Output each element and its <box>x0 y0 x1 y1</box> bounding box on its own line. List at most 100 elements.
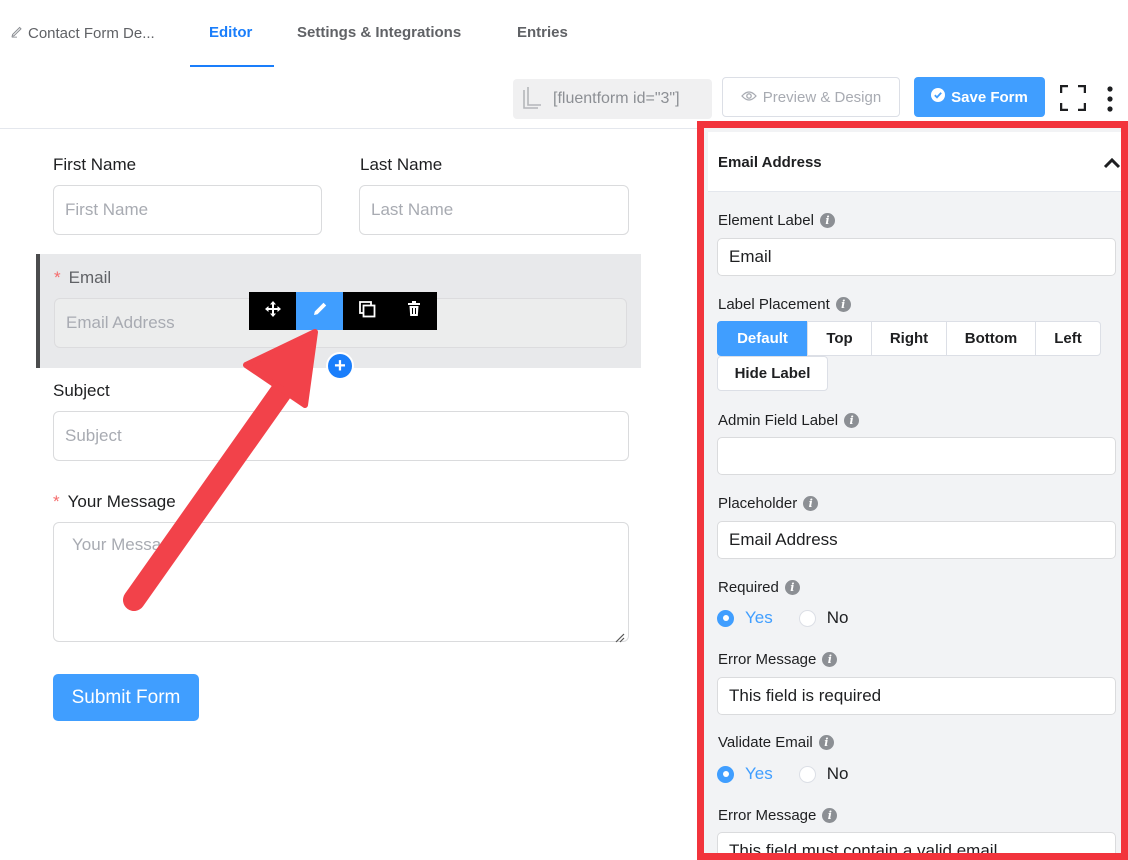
last-name-placeholder: Last Name <box>371 200 454 219</box>
info-icon[interactable]: i <box>844 413 860 428</box>
eye-icon <box>740 89 757 106</box>
last-name-input[interactable]: Last Name <box>359 185 629 235</box>
validate-error-input[interactable]: This field must contain a valid email <box>717 832 1116 860</box>
message-label: * Your Message <box>53 492 176 512</box>
active-tab-indicator <box>190 65 274 67</box>
radio-dot <box>717 765 734 783</box>
required-no-radio[interactable]: No <box>798 608 849 628</box>
validate-error-label-text: Error Message <box>718 807 817 824</box>
placeholder-input[interactable]: Email Address <box>717 521 1116 559</box>
trash-icon <box>405 300 423 323</box>
delete-button[interactable] <box>390 292 437 330</box>
label-placement-options: Default Top Right Bottom Left <box>717 321 1101 356</box>
tab-settings-integrations[interactable]: Settings & Integrations <box>297 24 461 41</box>
more-vertical-icon[interactable] <box>1104 86 1116 112</box>
validate-yes-radio[interactable]: Yes <box>717 764 773 784</box>
info-icon[interactable]: i <box>835 297 851 312</box>
label-placement-options-row2: Hide Label <box>717 356 828 391</box>
save-form-button[interactable]: Save Form <box>914 77 1045 117</box>
required-yes-radio[interactable]: Yes <box>717 608 773 628</box>
label-placement-text: Label Placement <box>718 296 830 313</box>
placement-left-button[interactable]: Left <box>1035 321 1101 356</box>
radio-dot <box>798 765 816 783</box>
required-error-label: Error Message i <box>718 651 838 668</box>
form-title[interactable]: Contact Form De... <box>10 24 155 42</box>
placement-bottom-button[interactable]: Bottom <box>946 321 1036 356</box>
field-settings-panel: Email Address Element Label i Email Label… <box>697 121 1128 860</box>
validate-email-label-text: Validate Email <box>718 734 813 751</box>
save-form-label: Save Form <box>951 88 1028 106</box>
preview-design-button[interactable]: Preview & Design <box>722 77 900 117</box>
label-placement-label: Label Placement i <box>718 296 851 313</box>
required-error-value: This field is required <box>729 686 882 705</box>
admin-field-label-label: Admin Field Label i <box>718 412 860 429</box>
info-icon[interactable]: i <box>784 580 800 595</box>
radio-dot <box>717 609 734 627</box>
info-icon[interactable]: i <box>818 735 834 750</box>
message-textarea[interactable]: Your Message <box>53 522 629 643</box>
subject-placeholder: Subject <box>65 426 122 445</box>
preview-design-label: Preview & Design <box>762 88 882 106</box>
shortcode-text: [fluentform id="3"] <box>553 90 680 107</box>
move-button[interactable] <box>249 292 296 330</box>
required-asterisk: * <box>54 268 61 287</box>
validate-no-label: No <box>826 764 849 783</box>
message-placeholder: Your Message <box>72 535 181 554</box>
element-label-label: Element Label i <box>718 212 835 229</box>
check-circle-icon <box>931 88 946 106</box>
element-label-value: Email <box>729 247 772 266</box>
required-label-text: Required <box>718 579 779 596</box>
first-name-placeholder: First Name <box>65 200 149 219</box>
validate-no-radio[interactable]: No <box>798 764 849 784</box>
validate-email-label: Validate Email i <box>718 734 834 751</box>
info-icon[interactable]: i <box>819 213 835 228</box>
placeholder-value: Email Address <box>729 530 838 549</box>
duplicate-button[interactable] <box>343 292 390 330</box>
tab-entries[interactable]: Entries <box>517 24 568 41</box>
pencil-icon <box>311 300 329 323</box>
panel-header[interactable]: Email Address <box>708 132 1121 192</box>
resize-handle-icon[interactable] <box>615 628 625 643</box>
last-name-label: Last Name <box>360 155 443 174</box>
element-label-input[interactable]: Email <box>717 238 1116 276</box>
message-label-text: Your Message <box>67 492 176 511</box>
admin-field-label-input[interactable] <box>717 437 1116 475</box>
duplicate-icon <box>358 300 376 323</box>
element-toolbar <box>249 292 437 330</box>
required-yes-label: Yes <box>745 608 773 627</box>
panel-title: Email Address <box>718 154 822 171</box>
edit-button[interactable] <box>296 292 343 330</box>
placeholder-label: Placeholder i <box>718 495 819 512</box>
chevron-up-icon[interactable] <box>1103 156 1121 170</box>
top-nav: Contact Form De... Editor Settings & Int… <box>0 0 1128 68</box>
subject-input[interactable]: Subject <box>53 411 629 461</box>
tab-editor[interactable]: Editor <box>209 24 252 41</box>
validate-yes-label: Yes <box>745 764 773 783</box>
placeholder-label-text: Placeholder <box>718 495 798 512</box>
email-label-text: Email <box>68 268 112 287</box>
element-label-text: Element Label <box>718 212 814 229</box>
placement-top-button[interactable]: Top <box>807 321 872 356</box>
info-icon[interactable]: i <box>803 496 819 511</box>
first-name-input[interactable]: First Name <box>53 185 322 235</box>
validate-email-radio-group: Yes No <box>717 764 874 784</box>
required-no-label: No <box>826 608 849 627</box>
email-placeholder: Email Address <box>66 313 175 332</box>
info-icon[interactable]: i <box>822 808 838 823</box>
submit-form-button[interactable]: Submit Form <box>53 674 199 721</box>
add-field-button[interactable]: + <box>326 352 354 380</box>
pencil-icon <box>10 24 24 42</box>
placement-default-button[interactable]: Default <box>717 321 808 356</box>
shortcode-copy[interactable]: [fluentform id="3"] <box>513 79 712 119</box>
validate-error-value: This field must contain a valid email <box>729 841 998 860</box>
placement-right-button[interactable]: Right <box>871 321 947 356</box>
validate-error-label: Error Message i <box>718 807 838 824</box>
fullscreen-icon[interactable] <box>1059 84 1087 112</box>
required-error-input[interactable]: This field is required <box>717 677 1116 715</box>
info-icon[interactable]: i <box>822 652 838 667</box>
placement-hide-label-button[interactable]: Hide Label <box>717 356 828 391</box>
toolbar-divider <box>0 128 697 129</box>
form-title-text: Contact Form De... <box>28 24 155 42</box>
radio-dot <box>798 609 816 627</box>
copy-icon <box>521 85 543 114</box>
